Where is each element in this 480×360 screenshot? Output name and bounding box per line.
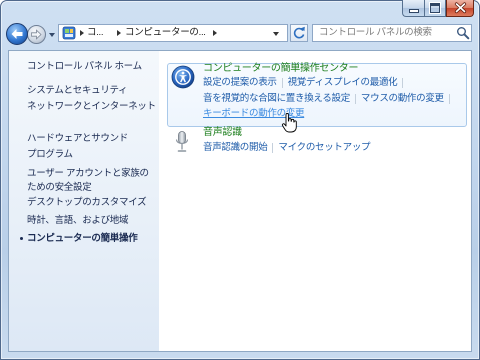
start-speech-recognition-link[interactable]: 音声認識の開始 xyxy=(203,142,268,154)
maximize-icon xyxy=(430,3,440,13)
nav-item-network-internet[interactable]: ネットワークとインターネット xyxy=(27,101,156,113)
speech-recognition-heading[interactable]: 音声認識 xyxy=(203,127,242,139)
microphone-icon[interactable] xyxy=(175,131,189,153)
hand-pointer-icon xyxy=(281,113,297,133)
search-placeholder: コントロール パネルの検索 xyxy=(319,27,432,38)
ease-of-access-center-heading[interactable]: コンピューターの簡単操作センター xyxy=(203,63,359,75)
forward-arrow-icon xyxy=(31,29,42,40)
refresh-icon xyxy=(293,26,305,39)
link-row: 設定の提案の表示 視覚ディスプレイの最適化 xyxy=(203,77,408,89)
nav-item-label-line: ユーザー アカウントと家族の xyxy=(27,168,149,179)
get-recommendations-link[interactable]: 設定の提案の表示 xyxy=(203,77,277,89)
link-separator xyxy=(272,143,274,153)
breadcrumb-separator-icon[interactable] xyxy=(213,30,217,36)
back-arrow-icon xyxy=(11,29,23,39)
minimize-icon xyxy=(409,9,419,13)
close-button[interactable] xyxy=(446,0,474,17)
nav-item-label-line: ための安全設定 xyxy=(27,182,92,193)
nav-item-programs[interactable]: プログラム xyxy=(27,149,73,161)
main-pane: コンピューターの簡単操作センター 設定の提案の表示 視覚ディスプレイの最適化 音… xyxy=(159,51,471,351)
breadcrumb-separator-icon[interactable] xyxy=(80,30,84,36)
link-separator xyxy=(448,94,450,104)
link-row: 音を視覚的な合図に置き換える設定 マウスの動作の変更 xyxy=(203,93,455,105)
nav-home-link[interactable]: コントロール パネル ホーム xyxy=(27,61,142,73)
set-up-microphone-link[interactable]: マイクのセットアップ xyxy=(278,142,370,154)
link-separator xyxy=(281,78,283,88)
refresh-button[interactable] xyxy=(290,24,308,42)
control-panel-icon xyxy=(62,26,76,40)
recent-pages-dropdown-icon[interactable] xyxy=(49,33,55,37)
breadcrumb-separator-icon[interactable] xyxy=(117,30,121,36)
breadcrumb-item[interactable]: コ... xyxy=(87,27,104,39)
back-button[interactable] xyxy=(6,23,28,45)
change-mouse-settings-link[interactable]: マウスの動作の変更 xyxy=(361,93,444,105)
replace-sounds-visual-cues-link[interactable]: 音を視覚的な合図に置き換える設定 xyxy=(203,93,350,105)
link-separator xyxy=(354,94,356,104)
nav-item-clock-language-region[interactable]: 時計、言語、および地域 xyxy=(27,215,129,227)
link-separator xyxy=(402,78,404,88)
navigation-pane: コントロール パネル ホーム システムとセキュリティ ネットワークとインターネッ… xyxy=(9,51,159,351)
current-item-bullet xyxy=(20,237,23,240)
control-panel-window: コ... コンピューターの... コントロール パネルの検索 コントロール パネ… xyxy=(0,0,480,360)
link-row: 音声認識の開始 マイクのセットアップ xyxy=(203,142,371,154)
forward-button[interactable] xyxy=(27,25,46,44)
content-area: コントロール パネル ホーム システムとセキュリティ ネットワークとインターネッ… xyxy=(8,50,472,352)
nav-item-system-security[interactable]: システムとセキュリティ xyxy=(27,85,128,97)
caption-buttons xyxy=(402,0,474,17)
minimize-button[interactable] xyxy=(402,0,424,17)
maximize-button[interactable] xyxy=(424,0,446,17)
optimize-visual-display-link[interactable]: 視覚ディスプレイの最適化 xyxy=(288,77,398,89)
search-input[interactable]: コントロール パネルの検索 xyxy=(312,24,472,42)
address-dropdown-icon[interactable] xyxy=(273,32,279,36)
nav-item-user-accounts-family-safety[interactable]: ユーザー アカウントと家族の ための安全設定 xyxy=(27,167,149,195)
breadcrumb-item[interactable]: コンピューターの... xyxy=(125,27,206,39)
address-bar[interactable]: コ... コンピューターの... xyxy=(58,24,288,42)
nav-item-ease-of-access[interactable]: コンピューターの簡単操作 xyxy=(27,233,138,245)
search-icon[interactable] xyxy=(456,26,470,40)
close-icon xyxy=(454,2,467,14)
ease-of-access-icon[interactable] xyxy=(171,65,195,89)
nav-item-appearance-personalization[interactable]: デスクトップのカスタマイズ xyxy=(27,197,147,209)
nav-item-hardware-sound[interactable]: ハードウェアとサウンド xyxy=(27,133,128,145)
